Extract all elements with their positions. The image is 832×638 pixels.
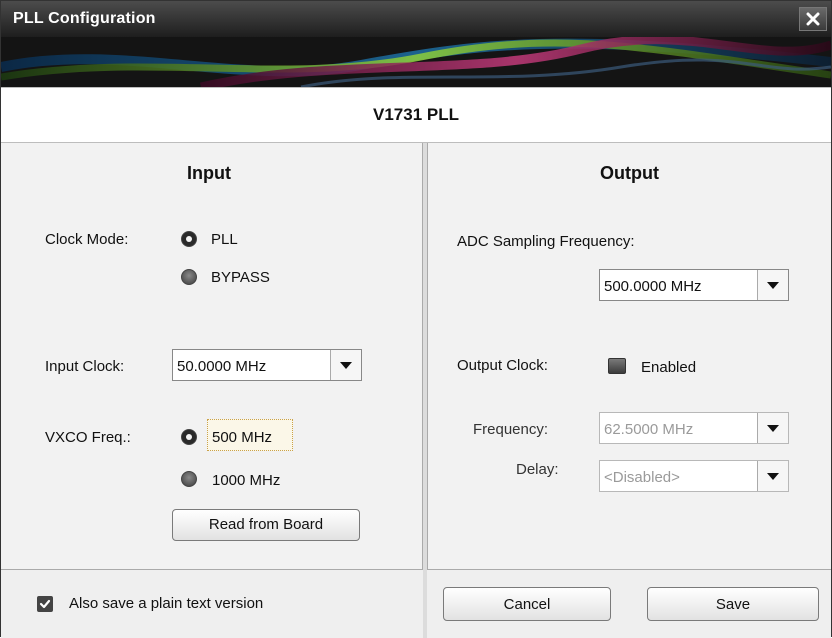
input-clock-select[interactable]: 50.0000 MHz	[172, 349, 362, 381]
input-clock-dropdown-arrow[interactable]	[330, 350, 361, 380]
vxco-500-label: 500 MHz	[212, 429, 273, 446]
output-clock-label: Output Clock:	[457, 357, 548, 374]
output-clock-enabled-label: Enabled	[641, 359, 697, 376]
pll-configuration-window: PLL Configuration V1731 PLL Input Clock …	[0, 0, 832, 638]
window-title: PLL Configuration	[13, 10, 156, 27]
clock-mode-bypass-radio[interactable]	[181, 269, 197, 285]
adc-sampling-label: ADC Sampling Frequency:	[457, 233, 635, 250]
cancel-button[interactable]: Cancel	[443, 587, 611, 621]
save-plain-text-checkbox[interactable]	[37, 596, 53, 612]
title-bar[interactable]: PLL Configuration	[1, 1, 831, 37]
close-button[interactable]	[799, 7, 827, 31]
input-panel: Input Clock Mode: PLL BYPASS Input Clock…	[1, 143, 423, 569]
vxco-1000-radio[interactable]	[181, 471, 197, 487]
banner-graphic	[1, 37, 831, 87]
frequency-dropdown-arrow[interactable]	[757, 413, 788, 443]
clock-mode-label: Clock Mode:	[45, 231, 129, 248]
checkmark-icon	[39, 599, 51, 609]
delay-select[interactable]: <Disabled>	[599, 460, 789, 492]
frequency-label: Frequency:	[473, 421, 549, 438]
footer-right: Cancel Save	[427, 569, 831, 638]
adc-sampling-value: 500.0000 MHz	[604, 278, 702, 295]
close-icon	[806, 12, 820, 26]
delay-label: Delay:	[516, 461, 559, 478]
vxco-500-radio[interactable]	[181, 429, 197, 445]
delay-value: <Disabled>	[604, 469, 680, 486]
input-clock-value: 50.0000 MHz	[177, 358, 267, 375]
vxco-1000-label: 1000 MHz	[212, 472, 281, 489]
save-plain-text-label: Also save a plain text version	[69, 595, 264, 612]
vxco-freq-label: VXCO Freq.:	[45, 429, 131, 446]
input-clock-label: Input Clock:	[45, 358, 125, 375]
header-band: V1731 PLL	[1, 87, 831, 143]
decorative-banner	[1, 37, 831, 87]
chevron-down-icon	[767, 281, 779, 289]
output-clock-enabled-checkbox[interactable]	[608, 358, 626, 374]
chevron-down-icon	[340, 361, 352, 369]
clock-mode-pll-radio[interactable]	[181, 231, 197, 247]
adc-sampling-select[interactable]: 500.0000 MHz	[599, 269, 789, 301]
chevron-down-icon	[767, 472, 779, 480]
clock-mode-pll-label: PLL	[211, 231, 238, 248]
output-panel: Output ADC Sampling Frequency: 500.0000 …	[427, 143, 831, 569]
frequency-value: 62.5000 MHz	[604, 421, 694, 438]
dialog-title: V1731 PLL	[373, 105, 459, 124]
footer-left: Also save a plain text version	[1, 569, 423, 638]
delay-dropdown-arrow[interactable]	[757, 461, 788, 491]
save-button[interactable]: Save	[647, 587, 819, 621]
frequency-select[interactable]: 62.5000 MHz	[599, 412, 789, 444]
output-section-title: Output	[600, 163, 659, 183]
read-from-board-button[interactable]: Read from Board	[172, 509, 360, 541]
input-section-title: Input	[187, 163, 231, 183]
clock-mode-bypass-label: BYPASS	[211, 269, 270, 286]
chevron-down-icon	[767, 424, 779, 432]
adc-sampling-dropdown-arrow[interactable]	[757, 270, 788, 300]
